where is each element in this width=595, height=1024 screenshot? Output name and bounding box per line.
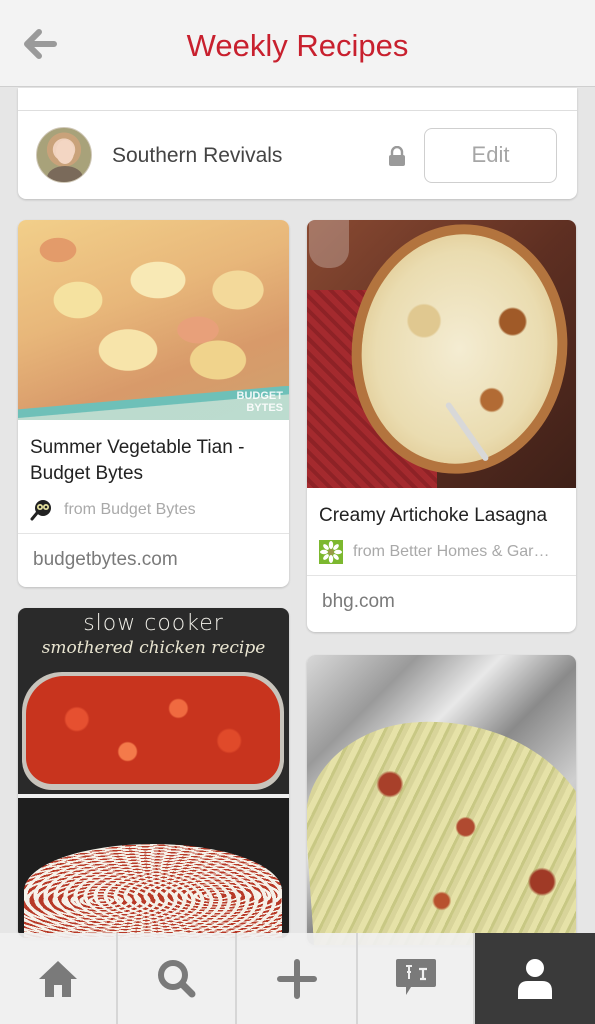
avatar-body bbox=[47, 166, 83, 182]
page-title: Weekly Recipes bbox=[186, 28, 409, 63]
pin-domain[interactable]: budgetbytes.com bbox=[18, 533, 289, 585]
tab-home[interactable] bbox=[0, 933, 118, 1024]
pin-card[interactable]: Creamy Artichoke Lasagna from Better Hom… bbox=[307, 220, 576, 632]
board-owner-name[interactable]: Southern Revivals bbox=[112, 144, 282, 168]
pin-image[interactable]: slow cooker smothered chicken recipe bbox=[18, 608, 289, 938]
onions-decor bbox=[24, 844, 282, 938]
avatar[interactable] bbox=[36, 127, 92, 183]
edit-board-button[interactable]: Edit bbox=[424, 128, 557, 183]
pin-source-text: from Budget Bytes bbox=[64, 501, 196, 518]
image-watermark: BUDGET BYTES bbox=[236, 390, 283, 414]
tab-profile[interactable] bbox=[475, 933, 595, 1024]
pin-description: Creamy Artichoke Lasagna bbox=[319, 505, 548, 526]
image-caption-subtitle: smothered chicken recipe bbox=[41, 638, 266, 658]
pin-domain[interactable]: bhg.com bbox=[307, 575, 576, 627]
search-icon bbox=[157, 959, 195, 997]
pin-image[interactable] bbox=[307, 655, 576, 945]
tomato-sauce-decor bbox=[26, 676, 280, 784]
pin-image[interactable] bbox=[307, 220, 576, 488]
bottom-tab-bar bbox=[0, 933, 595, 1024]
cabbage-decor bbox=[307, 710, 576, 945]
pin-source[interactable]: from Budget Bytes bbox=[18, 487, 289, 533]
pin-source[interactable]: from Better Homes & Gar… bbox=[307, 529, 576, 575]
tab-notifications[interactable] bbox=[358, 933, 475, 1024]
pin-description: Summer Vegetable Tian - Budget Bytes bbox=[30, 437, 245, 484]
lock-icon bbox=[389, 146, 405, 166]
tab-search[interactable] bbox=[118, 933, 237, 1024]
image-caption-title: slow cooker bbox=[83, 611, 224, 636]
pin-card[interactable] bbox=[307, 655, 576, 945]
budget-bytes-logo-icon bbox=[30, 500, 51, 521]
person-icon bbox=[518, 958, 552, 999]
pin-image[interactable]: BUDGET BYTES bbox=[18, 220, 289, 420]
plus-icon bbox=[276, 958, 317, 999]
pin-source-text: from Better Homes & Gar… bbox=[353, 543, 550, 560]
tab-add[interactable] bbox=[237, 933, 358, 1024]
home-icon bbox=[39, 960, 77, 997]
pin-card[interactable]: slow cooker smothered chicken recipe bbox=[18, 608, 289, 938]
bhg-daisy-logo-icon bbox=[319, 540, 343, 564]
divider bbox=[18, 110, 577, 111]
pin-speech-bubble-icon bbox=[395, 958, 436, 995]
glass-decor bbox=[309, 220, 349, 268]
pin-card[interactable]: BUDGET BYTES Summer Vegetable Tian - Budg… bbox=[18, 220, 289, 587]
board-info-card: Southern Revivals Edit bbox=[18, 88, 577, 199]
avatar-face bbox=[56, 140, 74, 164]
top-bar: Weekly Recipes bbox=[0, 0, 595, 87]
